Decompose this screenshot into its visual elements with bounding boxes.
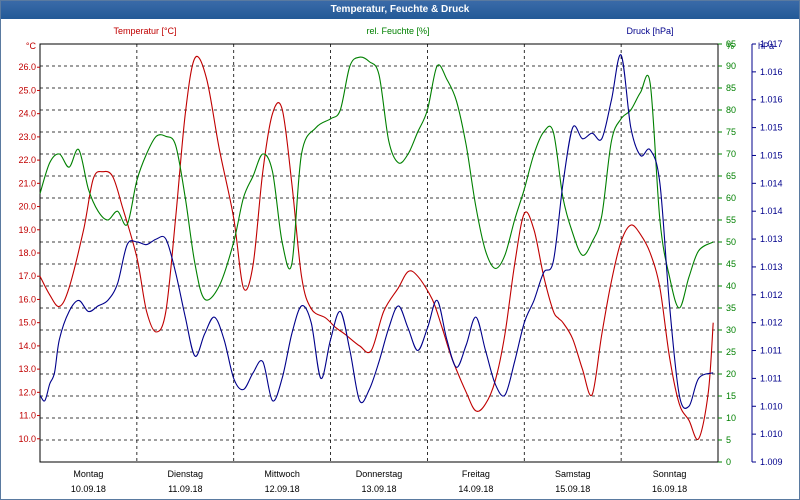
humidity-tick-label: 45 — [726, 259, 736, 269]
day-label: Freitag — [462, 469, 490, 479]
temperature-tick-label: 18.0 — [18, 248, 36, 258]
temperature-tick-label: 10.0 — [18, 434, 36, 444]
pressure-tick-label: 1.009 — [760, 457, 783, 467]
humidity-tick-label: 5 — [726, 435, 731, 445]
temperature-tick-label: 15.0 — [18, 318, 36, 328]
pressure-series-label: Druck [hPa] — [626, 26, 673, 36]
humidity-tick-label: 80 — [726, 105, 736, 115]
date-label: 15.09.18 — [555, 484, 590, 494]
date-label: 16.09.18 — [652, 484, 687, 494]
humidity-tick-label: 60 — [726, 193, 736, 203]
temperature-tick-label: 21.0 — [18, 178, 36, 188]
pressure-tick-label: 1.010 — [760, 429, 783, 439]
pressure-tick-label: 1.014 — [760, 178, 783, 188]
pressure-tick-label: 1.012 — [760, 318, 783, 328]
temperature-tick-label: 20.0 — [18, 202, 36, 212]
pressure-tick-label: 1.013 — [760, 234, 783, 244]
pressure-tick-label: 1.015 — [760, 150, 783, 160]
humidity-unit-label: % — [726, 41, 734, 51]
humidity-tick-label: 20 — [726, 369, 736, 379]
humidity-tick-label: 10 — [726, 413, 736, 423]
pressure-tick-label: 1.014 — [760, 206, 783, 216]
humidity-tick-label: 75 — [726, 127, 736, 137]
temperature-line — [39, 55, 714, 441]
humidity-tick-label: 55 — [726, 215, 736, 225]
humidity-tick-label: 50 — [726, 237, 736, 247]
pressure-line — [39, 54, 714, 409]
temperature-tick-label: 19.0 — [18, 225, 36, 235]
day-label: Dienstag — [168, 469, 204, 479]
humidity-tick-label: 65 — [726, 171, 736, 181]
humidity-tick-label: 70 — [726, 149, 736, 159]
temperature-tick-label: 26.0 — [18, 62, 36, 72]
temperature-tick-label: 12.0 — [18, 387, 36, 397]
day-label: Donnerstag — [356, 469, 403, 479]
plot-frame — [39, 43, 719, 463]
date-label: 12.09.18 — [265, 484, 300, 494]
pressure-tick-label: 1.010 — [760, 401, 783, 411]
temperature-series-label: Temperatur [°C] — [113, 26, 176, 36]
pressure-tick-label: 1.011 — [760, 346, 782, 356]
date-label: 10.09.18 — [71, 484, 106, 494]
pressure-tick-label: 1.011 — [760, 373, 782, 383]
humidity-tick-label: 15 — [726, 391, 736, 401]
temperature-tick-label: 22.0 — [18, 155, 36, 165]
temperature-tick-label: 16.0 — [18, 294, 36, 304]
pressure-unit-label: hPa — [758, 41, 774, 51]
day-label: Montag — [73, 469, 103, 479]
temperature-tick-label: 25.0 — [18, 85, 36, 95]
humidity-tick-label: 30 — [726, 325, 736, 335]
temperature-tick-label: 17.0 — [18, 271, 36, 281]
temperature-unit-label: °C — [26, 41, 37, 51]
date-label: 11.09.18 — [168, 484, 202, 494]
humidity-tick-label: 0 — [726, 457, 731, 467]
pressure-tick-label: 1.013 — [760, 262, 783, 272]
day-label: Mittwoch — [264, 469, 300, 479]
humidity-tick-label: 85 — [726, 83, 736, 93]
temperature-tick-label: 14.0 — [18, 341, 36, 351]
humidity-series-label: rel. Feuchte [%] — [366, 26, 429, 36]
pressure-tick-label: 1.015 — [760, 123, 783, 133]
pressure-tick-label: 1.016 — [760, 95, 783, 105]
temperature-tick-label: 23.0 — [18, 132, 36, 142]
date-label: 14.09.18 — [458, 484, 493, 494]
temperature-tick-label: 11.0 — [19, 411, 36, 421]
temperature-tick-label: 13.0 — [18, 364, 36, 374]
humidity-tick-label: 90 — [726, 61, 736, 71]
pressure-tick-label: 1.012 — [760, 290, 783, 300]
humidity-tick-label: 40 — [726, 281, 736, 291]
temperature-tick-label: 24.0 — [18, 109, 36, 119]
humidity-tick-label: 25 — [726, 347, 736, 357]
day-label: Sonntag — [653, 469, 687, 479]
date-label: 13.09.18 — [361, 484, 396, 494]
pressure-tick-label: 1.016 — [760, 67, 783, 77]
humidity-tick-label: 35 — [726, 303, 736, 313]
chart-canvas: 0510152025303540455055606570758085909510… — [18, 26, 783, 494]
day-label: Samstag — [555, 469, 591, 479]
